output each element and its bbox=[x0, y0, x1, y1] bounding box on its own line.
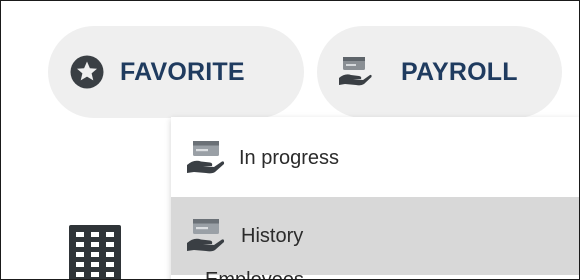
payroll-button[interactable]: PAYROLL bbox=[317, 26, 562, 118]
menu-item-label: In progress bbox=[239, 146, 340, 169]
app-frame: FAVORITE PAYROLL In progress History Emp… bbox=[0, 0, 580, 280]
hand-money-icon bbox=[185, 138, 225, 178]
favorite-button[interactable]: FAVORITE bbox=[48, 26, 304, 118]
payroll-dropdown-menu: In progress History Employees bbox=[171, 117, 579, 279]
menu-item-history[interactable]: History bbox=[171, 197, 579, 275]
menu-item-label: History bbox=[241, 224, 304, 247]
star-circle-icon bbox=[70, 55, 104, 89]
payroll-icon bbox=[337, 54, 373, 90]
building-icon[interactable] bbox=[67, 223, 123, 279]
payroll-label: PAYROLL bbox=[401, 57, 518, 86]
favorite-label: FAVORITE bbox=[120, 57, 245, 86]
hand-money-icon bbox=[185, 216, 225, 256]
menu-item-in-progress[interactable]: In progress bbox=[171, 119, 579, 197]
menu-item-employees-partial[interactable]: Employees bbox=[205, 269, 304, 279]
